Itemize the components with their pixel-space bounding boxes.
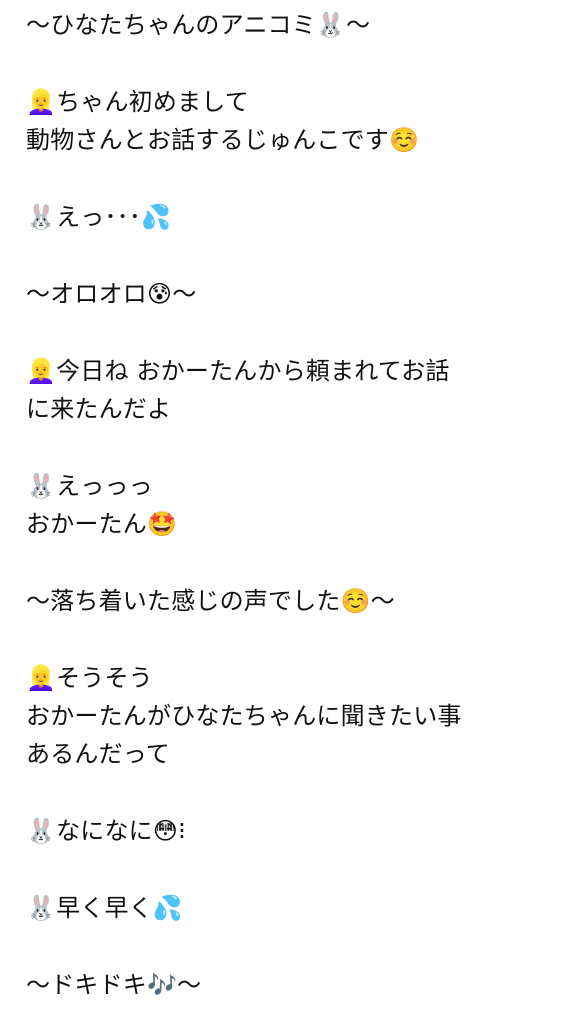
story-line: 👱‍♀️そうそう — [26, 663, 153, 692]
story-line: 🐰早く早く💦 — [26, 893, 183, 922]
story-line: 🐰なになに😳⁝ — [26, 817, 186, 846]
story-text: 〜ひなたちゃんのアニコミ🐰〜 👱‍♀️ちゃん初めまして 動物さんとお話するじゅん… — [26, 6, 556, 1004]
story-line: おかーたん🤩 — [26, 510, 178, 539]
story-line: 🐰えっっっ — [26, 471, 153, 500]
story-line: 〜落ち着いた感じの声でした☺️〜 — [26, 586, 395, 615]
story-line: 動物さんとお話するじゅんこです☺️ — [26, 126, 420, 155]
story-line: 〜オロオロ😰〜 — [26, 279, 197, 308]
story-line: に来たんだよ — [26, 394, 172, 423]
story-line: 👱‍♀️ちゃん初めまして — [26, 87, 249, 116]
story-line: 🐰えっ･･･💦 — [26, 202, 172, 231]
story-line: あるんだって — [26, 740, 170, 769]
story-line: おかーたんがひなたちゃんに聞きたい事 — [26, 702, 462, 731]
story-line: 〜ドキドキ🎶〜 — [26, 970, 202, 999]
story-line: 👱‍♀️今日ね おかーたんから頼まれてお話 — [26, 356, 450, 385]
story-line: 〜ひなたちゃんのアニコミ🐰〜 — [26, 11, 371, 39]
